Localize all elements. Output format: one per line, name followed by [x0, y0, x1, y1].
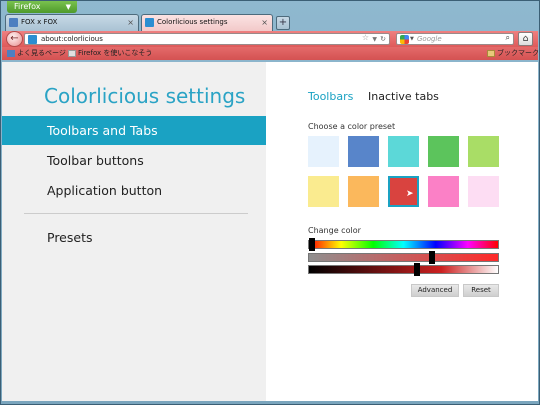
bookmark-label: Firefox を使いこなそう	[78, 49, 153, 57]
page-icon	[68, 50, 76, 57]
hue-slider[interactable]	[308, 238, 499, 251]
star-icon[interactable]: ☆	[362, 33, 369, 42]
url-text: about:colorlicious	[41, 35, 103, 43]
tab-strip: FOX x FOX × Colorlicious settings × +	[5, 14, 537, 31]
page-content: Colorlicious settings Toolbars and Tabs …	[2, 62, 538, 401]
color-preset-swatch[interactable]	[308, 176, 339, 207]
bookmark-icon	[7, 50, 15, 57]
color-preset-swatch[interactable]	[428, 136, 459, 167]
navigation-toolbar: ← about:colorlicious ☆ ▼ ↻ ▼ Google ⌕ ⌂	[2, 31, 538, 47]
tab-toolbars[interactable]: Toolbars	[308, 90, 353, 103]
settings-panel: Toolbars Inactive tabs Choose a color pr…	[266, 62, 538, 401]
settings-sidebar: Colorlicious settings Toolbars and Tabs …	[2, 62, 266, 401]
tab-inactive-tabs[interactable]: Inactive tabs	[368, 90, 439, 103]
color-preset-swatch[interactable]	[348, 176, 379, 207]
tab-colorlicious-settings[interactable]: Colorlicious settings ×	[141, 14, 273, 31]
color-preset-swatch[interactable]	[468, 136, 499, 167]
slider-thumb[interactable]	[429, 251, 436, 264]
bookmarks-icon	[487, 50, 495, 57]
back-button[interactable]: ←	[6, 31, 23, 47]
tab-title: Colorlicious settings	[157, 18, 228, 26]
bookmark-most-visited[interactable]: よく見るページ	[7, 47, 66, 60]
bookmark-label: ブックマーク	[497, 49, 539, 57]
url-bar[interactable]: about:colorlicious ☆ ▼ ↻	[24, 33, 390, 45]
chevron-down-icon[interactable]: ▼	[372, 34, 377, 45]
color-preset-swatch[interactable]	[308, 136, 339, 167]
close-icon[interactable]: ×	[127, 15, 134, 30]
sidebar-divider	[24, 213, 248, 214]
site-icon	[28, 35, 37, 44]
color-preset-swatch[interactable]	[348, 136, 379, 167]
saturation-slider[interactable]	[308, 251, 499, 264]
new-tab-button[interactable]: +	[276, 16, 290, 30]
brightness-slider[interactable]	[308, 263, 499, 276]
advanced-button[interactable]: Advanced	[411, 284, 459, 297]
chevron-down-icon[interactable]: ▼	[410, 34, 414, 45]
page-title: Colorlicious settings	[44, 84, 246, 108]
firefox-menu-button[interactable]: Firefox ▼	[7, 1, 77, 13]
color-preset-swatch[interactable]: ➤	[388, 176, 419, 207]
search-icon[interactable]: ⌕	[506, 33, 510, 43]
preset-section-label: Choose a color preset	[308, 122, 396, 131]
tab-favicon	[9, 18, 18, 27]
slider-thumb[interactable]	[309, 238, 315, 251]
mouse-cursor-icon: ➤	[406, 189, 414, 199]
sidebar-item-toolbars-and-tabs[interactable]: Toolbars and Tabs	[2, 116, 266, 145]
tab-favicon	[145, 18, 154, 27]
bookmarks-toolbar: よく見るページ Firefox を使いこなそう ブックマーク	[2, 47, 539, 60]
tab-title: FOX x FOX	[21, 18, 58, 26]
home-button[interactable]: ⌂	[518, 32, 533, 46]
bookmarks-menu-button[interactable]: ブックマーク	[487, 47, 539, 60]
change-color-label: Change color	[308, 226, 361, 235]
sidebar-item-application-button[interactable]: Application button	[2, 176, 266, 205]
bookmark-firefox-tips[interactable]: Firefox を使いこなそう	[68, 47, 152, 60]
sidebar-item-presets[interactable]: Presets	[2, 223, 266, 252]
reload-icon[interactable]: ↻	[380, 34, 386, 45]
bookmark-label: よく見るページ	[17, 49, 66, 57]
google-icon[interactable]	[400, 35, 409, 44]
tab-fox-x-fox[interactable]: FOX x FOX ×	[5, 14, 139, 31]
color-preset-swatch[interactable]	[468, 176, 499, 207]
color-preset-swatch[interactable]	[388, 136, 419, 167]
firefox-menu-label: Firefox	[14, 2, 41, 11]
slider-thumb[interactable]	[414, 263, 421, 276]
chevron-down-icon: ▼	[65, 3, 71, 11]
color-preset-swatch[interactable]	[428, 176, 459, 207]
search-bar[interactable]: ▼ Google ⌕	[396, 33, 514, 45]
search-placeholder: Google	[417, 35, 442, 43]
reset-button[interactable]: Reset	[463, 284, 499, 297]
browser-window: Firefox ▼ FOX x FOX × Colorlicious setti…	[0, 0, 540, 405]
sidebar-item-toolbar-buttons[interactable]: Toolbar buttons	[2, 146, 266, 175]
close-icon[interactable]: ×	[261, 15, 268, 30]
